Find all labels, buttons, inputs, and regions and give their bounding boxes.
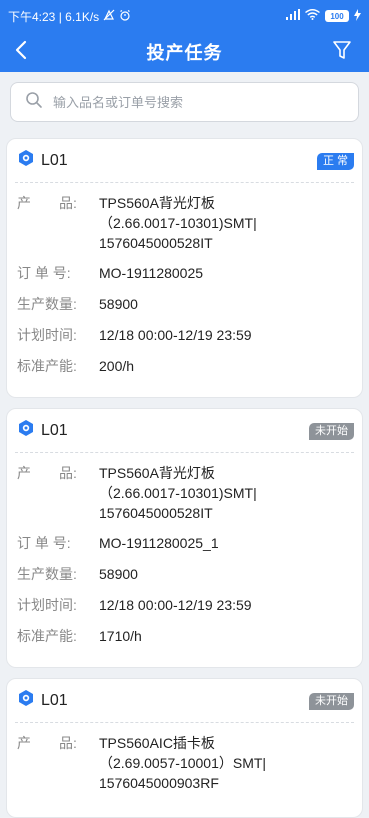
line-name: L01 (41, 151, 68, 169)
nav-bar: 投产任务 (0, 32, 369, 72)
chevron-left-icon (14, 40, 28, 65)
qty-label: 生产数量: (17, 296, 77, 312)
search-icon (25, 91, 43, 114)
production-line-icon (17, 149, 35, 172)
order-number: MO-1911280025_1 (99, 535, 219, 551)
product-label: 产 品: (17, 735, 77, 751)
back-button[interactable] (14, 38, 42, 66)
status-badge: 未开始 (309, 423, 354, 440)
plan-row: 计划时间: 12/18 00:00-12/19 23:59 (7, 325, 362, 345)
order-row: 订 单 号: MO-1911280025 (7, 263, 362, 283)
status-time-speed: 下午4:23 | 6.1K/s (8, 9, 100, 24)
product-row: 产 品: TPS560A背光灯板 （2.66.0017-10301)SMT| 1… (7, 463, 362, 523)
production-line-icon (17, 419, 35, 442)
plan-time: 12/18 00:00-12/19 23:59 (99, 597, 252, 613)
card-header: L01 未开始 (15, 679, 354, 723)
qty-row: 生产数量: 58900 (7, 294, 362, 314)
product-code: （2.69.0057-10001）SMT| (99, 755, 267, 771)
product-serial: 1576045000528IT (99, 235, 213, 251)
qty-value: 58900 (99, 566, 138, 582)
product-label: 产 品: (17, 195, 77, 211)
capacity-value: 200/h (99, 358, 135, 374)
qty-value: 58900 (99, 296, 138, 312)
status-bar: 下午4:23 | 6.1K/s 100 (0, 0, 369, 32)
capacity-label: 标准产能: (17, 358, 77, 374)
qty-label: 生产数量: (17, 566, 77, 582)
task-card[interactable]: L01 未开始 产 品: TPS560A背光灯板 （2.66.0017-1030… (6, 408, 363, 668)
plan-row: 计划时间: 12/18 00:00-12/19 23:59 (7, 595, 362, 615)
product-name: TPS560A背光灯板 (99, 195, 215, 211)
card-header: L01 正 常 (15, 139, 354, 183)
capacity-value: 1710/h (99, 628, 142, 644)
vpn-icon (103, 9, 115, 24)
product-name: TPS560A背光灯板 (99, 465, 215, 481)
plan-time: 12/18 00:00-12/19 23:59 (99, 327, 252, 343)
search-box[interactable] (10, 82, 359, 122)
task-card[interactable]: L01 正 常 产 品: TPS560A背光灯板 （2.66.0017-1030… (6, 138, 363, 398)
order-row: 订 单 号: MO-1911280025_1 (7, 533, 362, 553)
plan-label: 计划时间: (17, 327, 77, 343)
product-name: TPS560AIC插卡板 (99, 735, 215, 751)
charging-icon (354, 8, 361, 24)
product-serial: 1576045000903RF (99, 775, 219, 791)
status-badge: 正 常 (316, 153, 354, 170)
product-code: （2.66.0017-10301)SMT| (99, 485, 257, 501)
production-line-icon (17, 689, 35, 712)
page-title: 投产任务 (146, 43, 223, 63)
filter-button[interactable] (333, 40, 357, 64)
product-row: 产 品: TPS560AIC插卡板 （2.69.0057-10001）SMT| … (7, 733, 362, 793)
product-serial: 1576045000528IT (99, 505, 213, 521)
signal-icon (286, 9, 300, 23)
line-name: L01 (41, 421, 68, 439)
order-number: MO-1911280025 (99, 265, 204, 281)
order-label: 订 单 号: (17, 535, 71, 551)
line-name: L01 (41, 691, 68, 709)
product-code: （2.66.0017-10301)SMT| (99, 215, 257, 231)
wifi-icon (305, 9, 320, 23)
product-row: 产 品: TPS560A背光灯板 （2.66.0017-10301)SMT| 1… (7, 193, 362, 253)
plan-label: 计划时间: (17, 597, 77, 613)
search-input[interactable] (53, 94, 333, 110)
product-label: 产 品: (17, 465, 77, 481)
capacity-row: 标准产能: 1710/h (7, 626, 362, 646)
capacity-label: 标准产能: (17, 628, 77, 644)
order-label: 订 单 号: (17, 265, 71, 281)
filter-icon (333, 40, 351, 65)
capacity-row: 标准产能: 200/h (7, 356, 362, 376)
alarm-icon (119, 9, 131, 24)
card-header: L01 未开始 (15, 409, 354, 453)
battery-icon: 100 (325, 10, 349, 22)
qty-row: 生产数量: 58900 (7, 564, 362, 584)
status-badge: 未开始 (309, 693, 354, 710)
task-card[interactable]: L01 未开始 产 品: TPS560AIC插卡板 （2.69.0057-100… (6, 678, 363, 818)
